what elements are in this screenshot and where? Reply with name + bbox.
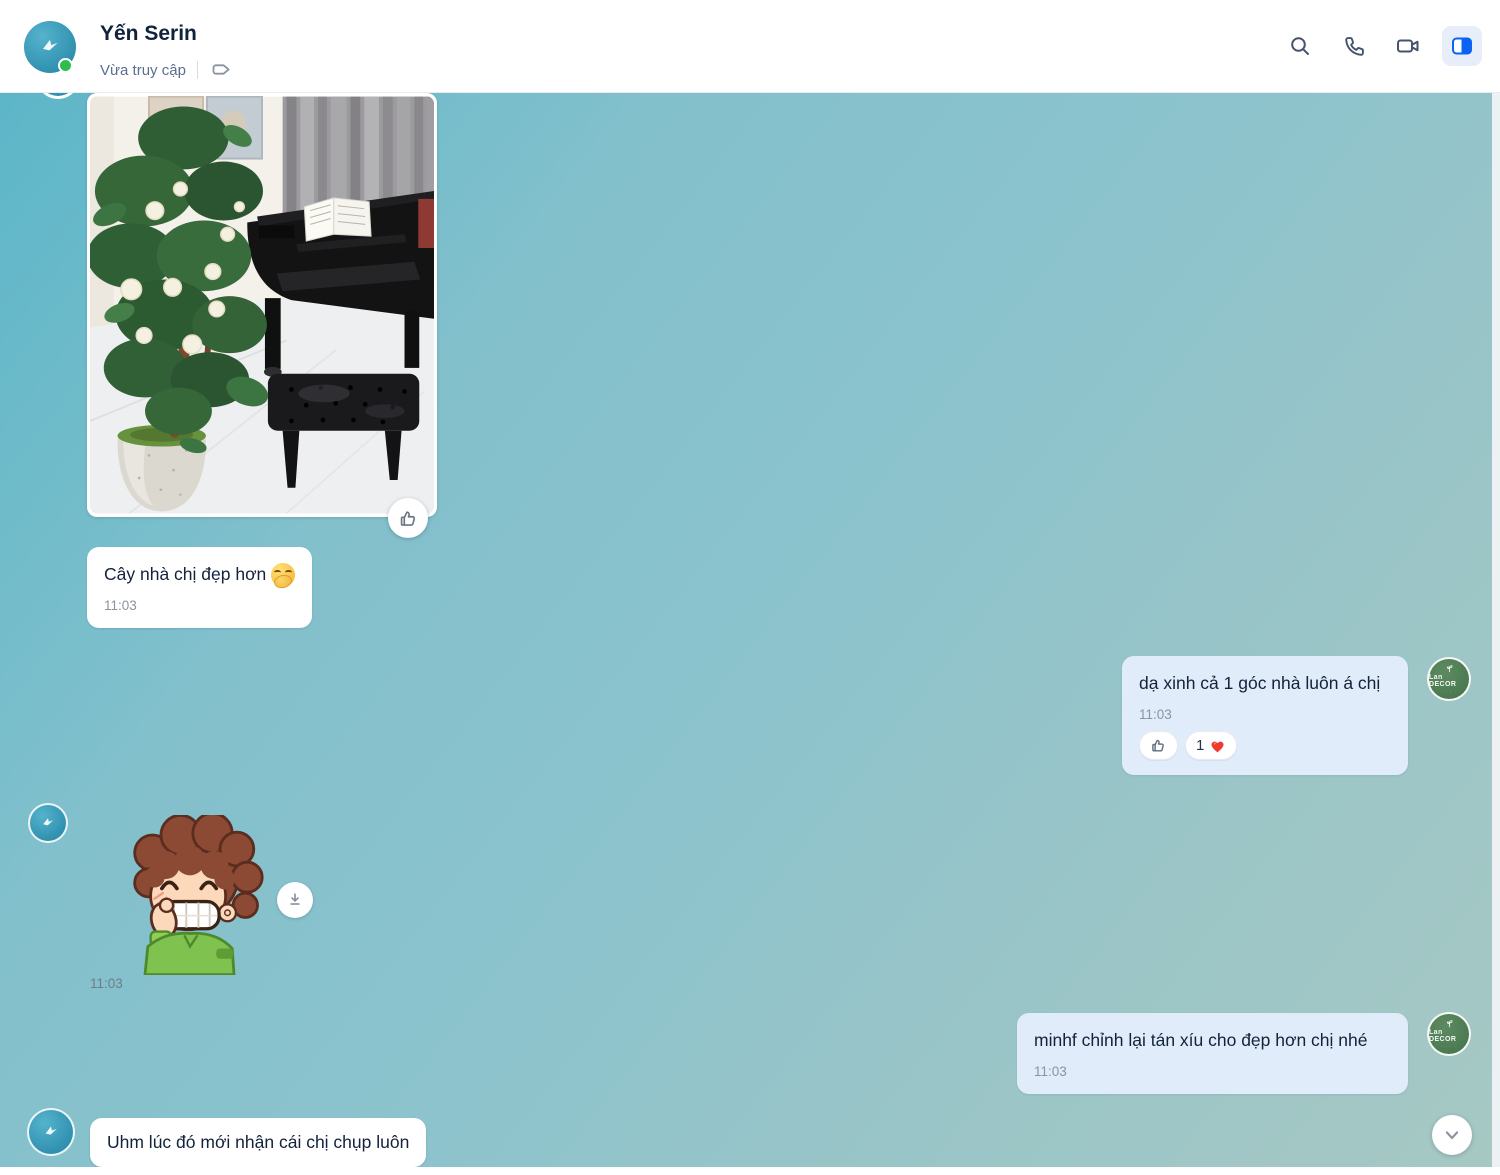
thumbs-up-icon [400,510,415,526]
message-time: 11:03 [104,598,137,613]
avatar-brand-text: Lan DECOR [1429,673,1457,688]
hand-over-mouth-emoji [271,562,296,590]
thumbs-up-icon [1152,739,1164,752]
sprout-icon [1446,1019,1453,1027]
avatar-brand-subtext: · · · · [1441,1043,1457,1049]
heart-emoji [1211,741,1224,752]
download-icon [290,893,300,905]
message-bubble-outgoing[interactable]: dạ xinh cả 1 góc nhà luôn á chị 11:03 1 [1122,656,1408,775]
reaction-row: 1 [1139,731,1391,760]
online-status-dot [58,58,73,73]
message-time: 11:03 [1139,707,1172,722]
message-text: minhf chỉnh lại tán xíu cho đẹp hơn chị … [1034,1030,1368,1050]
composer-top-strip [0,1167,1500,1175]
contact-subline: Vừa truy cập [100,58,233,82]
message-bubble-incoming[interactable]: Uhm lúc đó mới nhận cái chị chụp luôn [90,1118,427,1167]
sidebar-panel-icon [1452,37,1472,55]
subline-divider [196,61,198,79]
add-reaction-button[interactable] [1139,731,1178,760]
avatar-brand-subtext: · · · · [1441,688,1457,694]
partial-avatar-top [36,93,80,99]
last-seen-status: Vừa truy cập [100,61,186,79]
message-text: Cây nhà chị đẹp hơn [104,564,267,584]
search-icon [1291,37,1309,55]
sticker-time: 11:03 [90,976,123,991]
photo-like-button[interactable] [388,498,428,538]
own-avatar[interactable]: Lan DECOR · · · · [1427,657,1471,701]
reaction-count: 1 [1196,737,1205,754]
label-tag-icon[interactable] [209,58,233,82]
contact-avatar-small[interactable] [28,803,68,843]
conversation-info-toggle-button[interactable] [1442,26,1482,66]
video-call-button[interactable] [1388,26,1428,66]
header-actions [1280,26,1482,66]
own-avatar[interactable]: Lan DECOR · · · · [1427,1012,1471,1056]
message-list[interactable]: Cây nhà chị đẹp hơn 11:03 dạ xinh cả 1 g… [0,93,1500,1175]
scrollbar-track[interactable] [1492,93,1500,1175]
message-text: Uhm lúc đó mới nhận cái chị chụp luôn [107,1132,410,1152]
message-bubble-incoming[interactable]: Cây nhà chị đẹp hơn 11:03 [87,547,313,628]
contact-avatar-small[interactable] [27,1108,75,1156]
chat-header: Yến Serin Vừa truy cập [0,0,1500,93]
sticker-message[interactable] [115,812,265,980]
room-photo [90,96,434,514]
message-bubble-outgoing[interactable]: minhf chỉnh lại tán xíu cho đẹp hơn chị … [1017,1013,1408,1094]
bird-icon [43,818,54,826]
photo-message[interactable] [87,93,437,517]
sticker-download-button[interactable] [277,882,313,918]
bird-icon [43,39,58,51]
zalo-chat-window: Yến Serin Vừa truy cập Cây nhà chị đẹp h… [0,0,1500,1175]
search-button[interactable] [1280,26,1320,66]
chevron-down-icon [1445,1131,1459,1140]
scroll-to-bottom-button[interactable] [1432,1115,1472,1155]
heart-reaction-count[interactable]: 1 [1185,731,1238,760]
sprout-icon [1446,664,1453,672]
bird-icon [45,1126,57,1135]
voice-call-button[interactable] [1334,26,1374,66]
message-text: dạ xinh cả 1 góc nhà luôn á chị [1139,673,1381,693]
phone-icon [1345,37,1364,56]
avatar-brand-text: Lan DECOR [1429,1028,1457,1043]
message-time: 11:03 [1034,1064,1067,1079]
laughing-boy-sticker [133,812,264,977]
video-camera-icon [1397,39,1419,53]
contact-name: Yến Serin [100,22,197,45]
